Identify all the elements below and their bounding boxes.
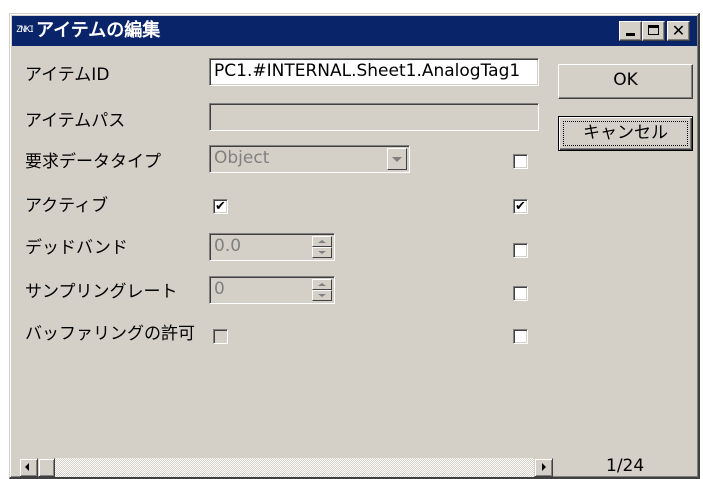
datatype-value: Object [214, 148, 270, 168]
app-icon: ZNKI [16, 22, 33, 39]
chevron-down-icon [392, 157, 402, 162]
maximize-button[interactable] [642, 21, 665, 41]
enable-buffering-label: バッファリングの許可 [25, 324, 195, 344]
close-icon: ✕ [671, 21, 686, 40]
edit-item-dialog: ZNKI アイテムの編集 ✕ アイテムID PC1.#INTERNAL.Shee… [9, 13, 700, 479]
deadband-up-button[interactable] [312, 236, 332, 247]
arrow-down-icon [318, 251, 326, 254]
active-checkbox[interactable]: ✔ [213, 199, 228, 214]
datatype-select[interactable]: Object [209, 145, 410, 173]
scroll-left-button[interactable] [19, 458, 38, 477]
active-check: ✔ [215, 199, 226, 214]
sampling-rate-spin-buttons[interactable] [312, 279, 332, 301]
scroll-thumb[interactable] [38, 458, 55, 477]
enable-buffering-checkbox[interactable] [213, 329, 228, 344]
deadband-spin-buttons[interactable] [312, 236, 332, 258]
deadband-label: デッドバンド [25, 238, 128, 258]
apply-buffering-checkbox[interactable] [513, 329, 528, 344]
deadband-down-button[interactable] [312, 247, 332, 258]
item-path-field[interactable] [209, 103, 539, 131]
page-indicator: 1/24 [606, 456, 645, 476]
maximize-icon [648, 25, 659, 35]
item-id-field[interactable]: PC1.#INTERNAL.Sheet1.AnalogTag1 [209, 58, 539, 86]
window-title: アイテムの編集 [36, 20, 161, 41]
sampling-rate-down-button[interactable] [312, 290, 332, 301]
close-button[interactable]: ✕ [667, 21, 690, 41]
sampling-rate-value: 0 [214, 279, 225, 299]
cancel-label: キャンセル [563, 121, 688, 146]
deadband-value: 0.0 [214, 236, 242, 256]
apply-sampling-rate-checkbox[interactable] [513, 286, 528, 301]
apply-active-check: ✔ [515, 199, 526, 214]
apply-deadband-checkbox[interactable] [513, 243, 528, 258]
sampling-rate-spinner[interactable]: 0 [209, 276, 335, 304]
minimize-button[interactable] [619, 21, 642, 41]
cancel-button[interactable]: キャンセル [558, 116, 693, 151]
item-path-label: アイテムパス [25, 111, 126, 131]
ok-button[interactable]: OK [558, 64, 693, 99]
sampling-rate-label: サンプリングレート [25, 282, 178, 302]
apply-datatype-checkbox[interactable] [513, 154, 528, 169]
arrow-right-icon [542, 463, 546, 471]
apply-active-checkbox[interactable]: ✔ [513, 199, 528, 214]
item-id-value: PC1.#INTERNAL.Sheet1.AnalogTag1 [214, 61, 521, 81]
requested-datatype-label: 要求データタイプ [25, 152, 161, 172]
arrow-up-icon [318, 240, 326, 243]
item-id-label: アイテムID [25, 65, 110, 85]
scroll-right-button[interactable] [534, 458, 553, 477]
arrow-down-icon [318, 294, 326, 297]
minimize-icon [626, 33, 635, 36]
datatype-dropdown-button[interactable] [387, 148, 407, 170]
arrow-up-icon [318, 283, 326, 286]
active-label: アクティブ [25, 196, 109, 216]
sampling-rate-up-button[interactable] [312, 279, 332, 290]
deadband-spinner[interactable]: 0.0 [209, 233, 335, 261]
title-bar[interactable]: ZNKI アイテムの編集 ✕ [12, 16, 697, 46]
arrow-left-icon [25, 463, 29, 471]
horizontal-scrollbar[interactable] [19, 458, 553, 477]
